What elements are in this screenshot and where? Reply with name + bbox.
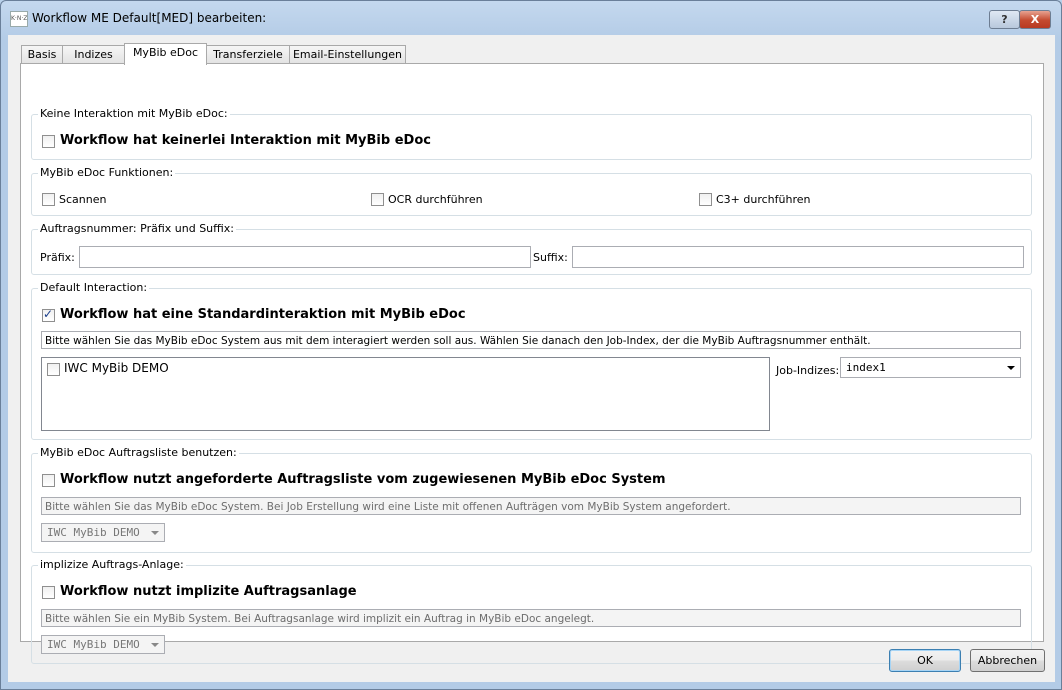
group-no-interaction: Keine Interaktion mit MyBib eDoc: Workfl… (31, 107, 1032, 160)
group-implicit-order: implizize Auftrags-Anlage: Workflow nutz… (31, 558, 1032, 664)
implicit-order-system-value: IWC MyBib DEMO (47, 638, 140, 651)
dialog-client: Basis Indizes MyBib eDoc Transferziele E… (8, 35, 1055, 682)
chevron-down-icon (1007, 366, 1015, 370)
c3-label[interactable]: C3+ durchführen (716, 193, 810, 206)
close-button[interactable]: X (1019, 10, 1051, 29)
app-icon: K·N·Z (10, 11, 28, 27)
scan-checkbox[interactable] (42, 193, 55, 206)
suffix-label: Suffix: (533, 251, 568, 264)
ok-button[interactable]: OK (889, 649, 961, 672)
tab-indizes[interactable]: Indizes (62, 45, 125, 64)
default-interaction-label[interactable]: Workflow hat eine Standardinteraktion mi… (60, 307, 466, 322)
prefix-input[interactable] (79, 246, 531, 268)
order-list-info: Bitte wählen Sie das MyBib eDoc System. … (41, 497, 1021, 515)
system-item-label[interactable]: IWC MyBib DEMO (64, 361, 169, 375)
order-list-system-value: IWC MyBib DEMO (47, 526, 140, 539)
group-order-number: Auftragsnummer: Präfix und Suffix: Präfi… (31, 222, 1032, 275)
group-label: Auftragsnummer: Präfix und Suffix: (38, 222, 237, 235)
order-list-label[interactable]: Workflow nutzt angeforderte Auftragslist… (60, 472, 666, 487)
job-index-value: index1 (846, 361, 886, 374)
dialog-window: K·N·Z Workflow ME Default[MED] bearbeite… (0, 0, 1062, 690)
tab-basis[interactable]: Basis (21, 45, 63, 64)
suffix-input[interactable] (572, 246, 1024, 268)
group-label: implizize Auftrags-Anlage: (38, 558, 186, 571)
group-label: MyBib eDoc Auftragsliste benutzen: (38, 446, 239, 459)
group-default-interaction: Default Interaction: Workflow hat eine S… (31, 281, 1032, 440)
ocr-label[interactable]: OCR durchführen (388, 193, 483, 206)
implicit-order-info: Bitte wählen Sie ein MyBib System. Bei A… (41, 609, 1021, 627)
group-functions: MyBib eDoc Funktionen: Scannen OCR durch… (31, 166, 1032, 216)
cancel-button[interactable]: Abbrechen (970, 649, 1045, 672)
window-title: Workflow ME Default[MED] bearbeiten: (32, 11, 267, 25)
no-interaction-checkbox[interactable] (42, 135, 55, 148)
chevron-down-icon (151, 643, 159, 647)
implicit-order-system-select[interactable]: IWC MyBib DEMO (41, 635, 165, 654)
implicit-order-checkbox[interactable] (42, 586, 55, 599)
order-list-system-select[interactable]: IWC MyBib DEMO (41, 523, 165, 542)
group-label: Default Interaction: (38, 281, 150, 294)
default-interaction-checkbox[interactable] (42, 307, 55, 322)
tab-panel: Keine Interaktion mit MyBib eDoc: Workfl… (20, 63, 1044, 664)
group-label: Keine Interaktion mit MyBib eDoc: (38, 107, 230, 120)
system-item-checkbox[interactable] (47, 363, 60, 376)
implicit-order-label[interactable]: Workflow nutzt implizite Auftragsanlage (60, 584, 357, 599)
tab-mybib-edoc[interactable]: MyBib eDoc (124, 43, 207, 65)
tab-transferziele[interactable]: Transferziele (206, 45, 290, 64)
chevron-down-icon (151, 531, 159, 535)
prefix-label: Präfix: (40, 251, 75, 264)
scan-label[interactable]: Scannen (59, 193, 106, 206)
order-list-checkbox[interactable] (42, 474, 55, 487)
ocr-checkbox[interactable] (371, 193, 384, 206)
no-interaction-label[interactable]: Workflow hat keinerlei Interaktion mit M… (60, 133, 431, 148)
c3-checkbox[interactable] (699, 193, 712, 206)
system-list[interactable]: IWC MyBib DEMO (41, 357, 770, 431)
group-label: MyBib eDoc Funktionen: (38, 166, 176, 179)
group-order-list: MyBib eDoc Auftragsliste benutzen: Workf… (31, 446, 1032, 553)
help-button[interactable]: ? (989, 10, 1020, 29)
default-interaction-info: Bitte wählen Sie das MyBib eDoc System a… (41, 331, 1021, 349)
job-index-label: Job-Indizes: (776, 364, 840, 377)
tab-email-einstellungen[interactable]: Email-Einstellungen (289, 45, 406, 64)
job-index-select[interactable]: index1 (840, 357, 1021, 378)
title-bar[interactable]: K·N·Z Workflow ME Default[MED] bearbeite… (1, 1, 1061, 35)
